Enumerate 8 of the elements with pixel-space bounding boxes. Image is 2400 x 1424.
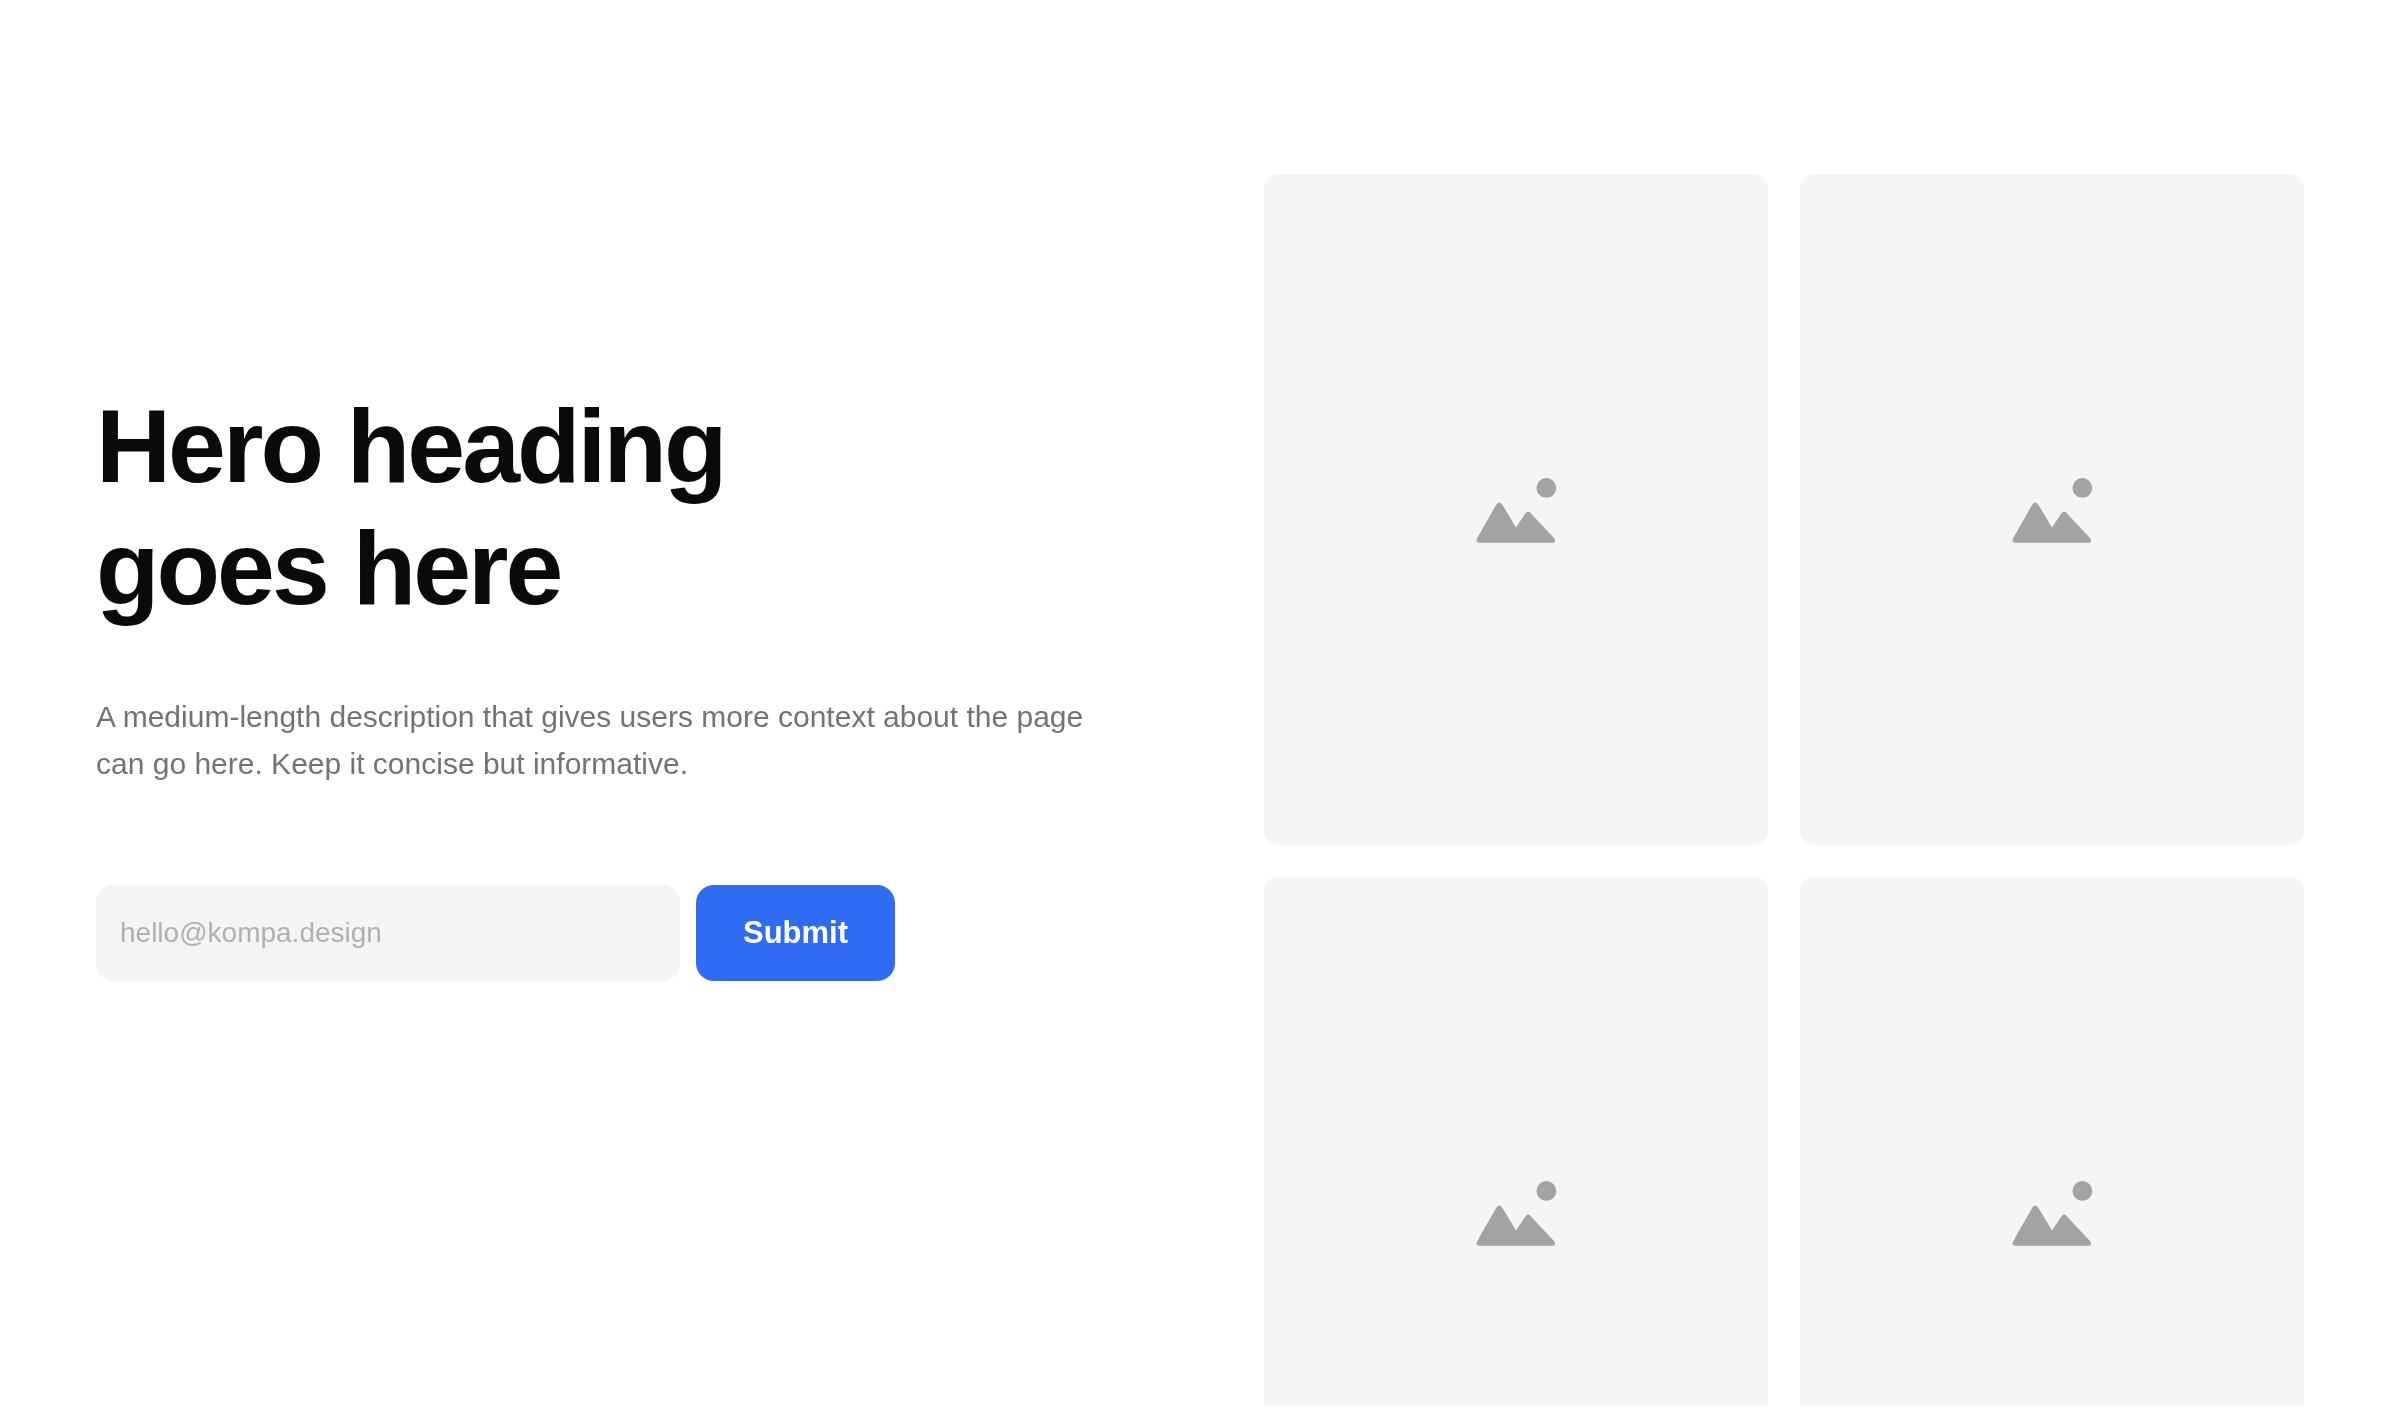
email-field[interactable]: hello@kompa.design xyxy=(96,885,680,981)
hero-heading: Hero heading goes here xyxy=(96,387,726,628)
hero-description: A medium-length description that gives users more context about the page can go here. Keep it concise but informative. xyxy=(96,699,1085,782)
image-icon xyxy=(2011,1179,2093,1246)
image-icon xyxy=(1475,1179,1557,1246)
image-icon xyxy=(2011,476,2093,543)
image-icon xyxy=(1475,476,1557,543)
submit-button[interactable]: Submit xyxy=(696,885,895,981)
